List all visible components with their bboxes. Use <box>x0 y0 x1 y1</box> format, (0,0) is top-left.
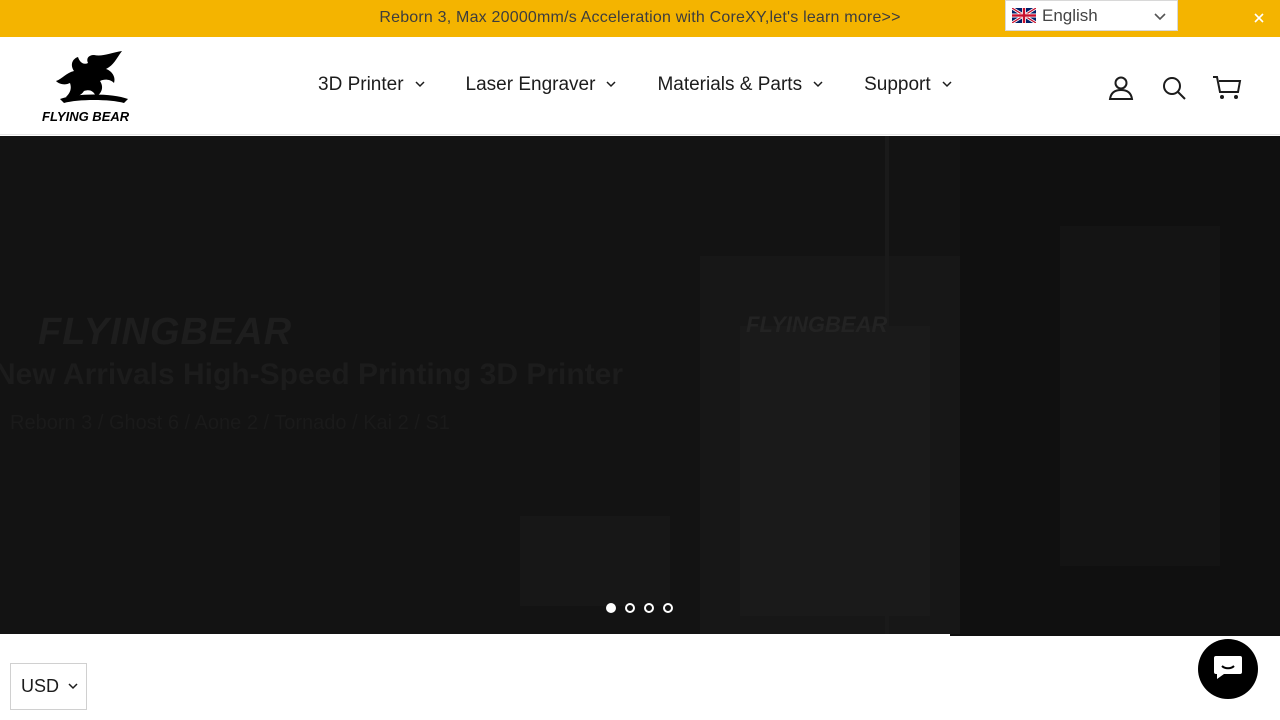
nav-laser-engraver[interactable]: Laser Engraver <box>466 74 618 96</box>
chevron-down-icon <box>812 74 824 96</box>
slide-dot-2[interactable] <box>625 603 635 613</box>
hero-title: New Arrivals High-Speed Printing 3D Prin… <box>0 358 624 391</box>
language-label: English <box>1042 5 1098 25</box>
cart-icon[interactable] <box>1212 75 1242 101</box>
search-icon[interactable] <box>1161 75 1187 101</box>
hero-edge <box>950 634 1280 636</box>
hero-brand: FLYINGBEAR <box>38 311 293 353</box>
flying-bear-logo[interactable]: FLYING BEAR <box>40 51 148 124</box>
hero-subtitle: Reborn 3 / Ghost 6 / Aone 2 / Tornado / … <box>10 412 450 434</box>
nav-label: Materials & Parts <box>657 74 803 95</box>
product-brand-label: FLYINGBEAR <box>746 312 888 337</box>
hero-slideshow[interactable]: FLYINGBEAR New Arrivals High-Speed Print… <box>0 136 1280 634</box>
chat-icon <box>1212 653 1244 686</box>
account-icon[interactable] <box>1108 75 1134 101</box>
main-nav: 3D Printer Laser Engraver Materials & Pa… <box>318 74 993 96</box>
uk-flag-icon <box>1012 8 1036 23</box>
close-icon[interactable] <box>1250 9 1268 27</box>
currency-selector[interactable]: USD <box>10 663 87 710</box>
slide-dot-3[interactable] <box>644 603 654 613</box>
nav-label: Support <box>864 74 931 95</box>
currency-label: USD <box>21 676 60 696</box>
slide-dot-1[interactable] <box>606 603 616 613</box>
announcement-bar: Reborn 3, Max 20000mm/s Acceleration wit… <box>0 0 1280 37</box>
nav-materials-parts[interactable]: Materials & Parts <box>657 74 824 96</box>
nav-label: 3D Printer <box>318 74 404 95</box>
slide-dot-4[interactable] <box>663 603 673 613</box>
nav-support[interactable]: Support <box>864 74 953 96</box>
chevron-down-icon <box>67 676 79 697</box>
language-selector[interactable]: English <box>1005 0 1178 31</box>
nav-3d-printer[interactable]: 3D Printer <box>318 74 426 96</box>
chat-button[interactable] <box>1198 639 1258 699</box>
chevron-down-icon <box>414 74 426 96</box>
logo-text: FLYING BEAR <box>42 109 130 123</box>
chevron-down-icon <box>605 74 617 96</box>
chevron-down-icon <box>941 74 953 96</box>
nav-label: Laser Engraver <box>465 74 596 95</box>
chevron-down-icon <box>1153 9 1167 28</box>
site-header: FLYING BEAR 3D Printer Laser Engraver Ma… <box>0 37 1280 135</box>
slide-dots <box>606 603 682 613</box>
